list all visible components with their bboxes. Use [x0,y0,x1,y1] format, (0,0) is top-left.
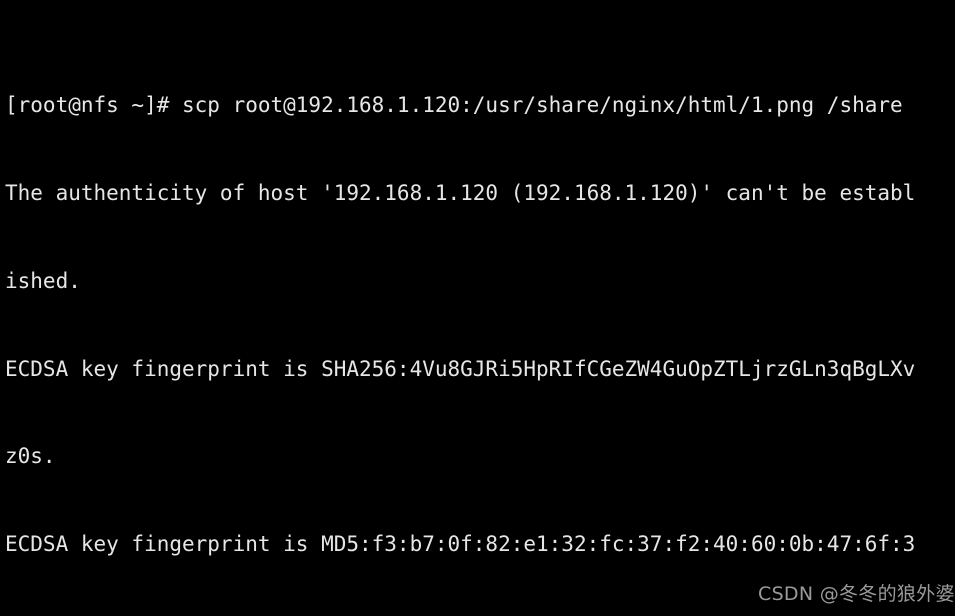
terminal-screen[interactable]: [root@nfs ~]# scp root@192.168.1.120:/us… [5,3,955,616]
terminal-line-sha256-fingerprint-2: z0s. [5,444,56,469]
terminal-line-md5-fingerprint-1: ECDSA key fingerprint is MD5:f3:b7:0f:82… [5,532,916,557]
terminal-line-command-scp-1: [root@nfs ~]# scp root@192.168.1.120:/us… [5,92,903,117]
terminal-window[interactable]: [root@nfs ~]# scp root@192.168.1.120:/us… [0,0,955,616]
terminal-line-authenticity-notice-1: The authenticity of host '192.168.1.120 … [5,180,916,205]
terminal-line-authenticity-notice-2: ished. [5,268,81,293]
terminal-line-sha256-fingerprint-1: ECDSA key fingerprint is SHA256:4Vu8GJRi… [5,356,916,381]
